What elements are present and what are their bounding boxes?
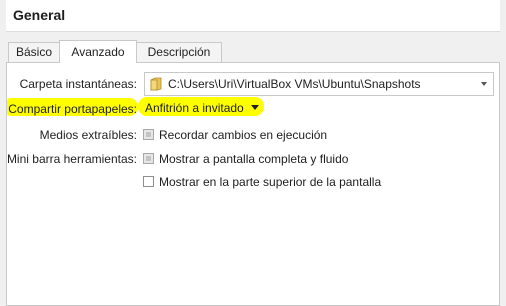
snapshot-folder-label: Carpeta instantáneas: xyxy=(19,77,137,91)
folder-icon xyxy=(150,77,162,91)
shared-clipboard-combo[interactable]: Anfitrión a invitado xyxy=(138,97,264,116)
removable-media-label: Medios extraíbles: xyxy=(39,128,137,142)
chevron-down-icon[interactable] xyxy=(251,105,259,110)
tab-descripcion[interactable]: Descripción xyxy=(136,42,222,62)
tab-avanzado[interactable]: Avanzado xyxy=(59,40,137,63)
snapshot-folder-path: C:\Users\Uri\VirtualBox VMs\Ubuntu\Snaps… xyxy=(168,77,421,91)
fullscreen-toolbar-checkbox[interactable] xyxy=(143,153,154,164)
advanced-panel: Carpeta instantáneas: C:\Users\Uri\Virtu… xyxy=(6,62,500,306)
shared-clipboard-label: Compartir portapapeles: xyxy=(8,102,137,116)
tab-bar: Básico Avanzado Descripción xyxy=(6,40,500,63)
shared-clipboard-value: Anfitrión a invitado xyxy=(145,101,244,115)
section-title: General xyxy=(13,7,66,23)
removable-media-checkbox-label: Recordar cambios en ejecución xyxy=(159,128,328,142)
section-header: General xyxy=(6,0,500,32)
fullscreen-toolbar-checkbox-label: Mostrar a pantalla completa y fluido xyxy=(159,152,349,166)
toolbar-top-checkbox-label: Mostrar en la parte superior de la panta… xyxy=(159,175,382,189)
removable-media-checkbox[interactable] xyxy=(143,129,154,140)
toolbar-top-checkbox[interactable] xyxy=(143,176,154,187)
mini-toolbar-label: Mini barra herramientas: xyxy=(6,152,137,166)
tab-basico[interactable]: Básico xyxy=(8,42,60,62)
snapshot-folder-combo[interactable]: C:\Users\Uri\VirtualBox VMs\Ubuntu\Snaps… xyxy=(144,72,494,96)
chevron-down-icon[interactable] xyxy=(481,82,487,86)
